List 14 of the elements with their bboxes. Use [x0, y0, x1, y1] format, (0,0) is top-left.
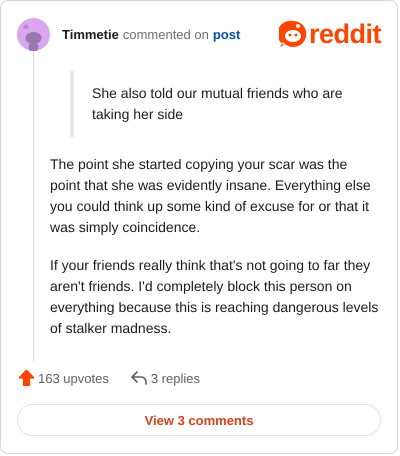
- reply-icon[interactable]: [130, 371, 147, 385]
- view-comments-button[interactable]: View 3 comments: [17, 404, 381, 436]
- logo-text: reddit: [308, 20, 381, 48]
- reply-count: 3 replies: [150, 370, 200, 386]
- action-text: commented on: [122, 26, 209, 42]
- upvote-icon[interactable]: [19, 370, 34, 386]
- quote-text: She also told our mutual friends who are taking her side: [70, 71, 381, 137]
- post-link[interactable]: post: [212, 26, 240, 42]
- comment-paragraph: If your friends really think that's not going to far they aren't friends. I'd completely block this person on everything because this is reaching dangerous levels of stalker madness.: [50, 256, 380, 338]
- username[interactable]: Timmetie: [62, 26, 119, 42]
- mascot-icon: [278, 20, 307, 48]
- upvote-count: 163 upvotes: [38, 370, 109, 386]
- comment-paragraph: The point she started copying your scar was the point that she was evidently insane. Everything else you could think up some kind of excuse for or that it was simply coincidence.: [50, 155, 372, 237]
- avatar-icon: [17, 18, 50, 50]
